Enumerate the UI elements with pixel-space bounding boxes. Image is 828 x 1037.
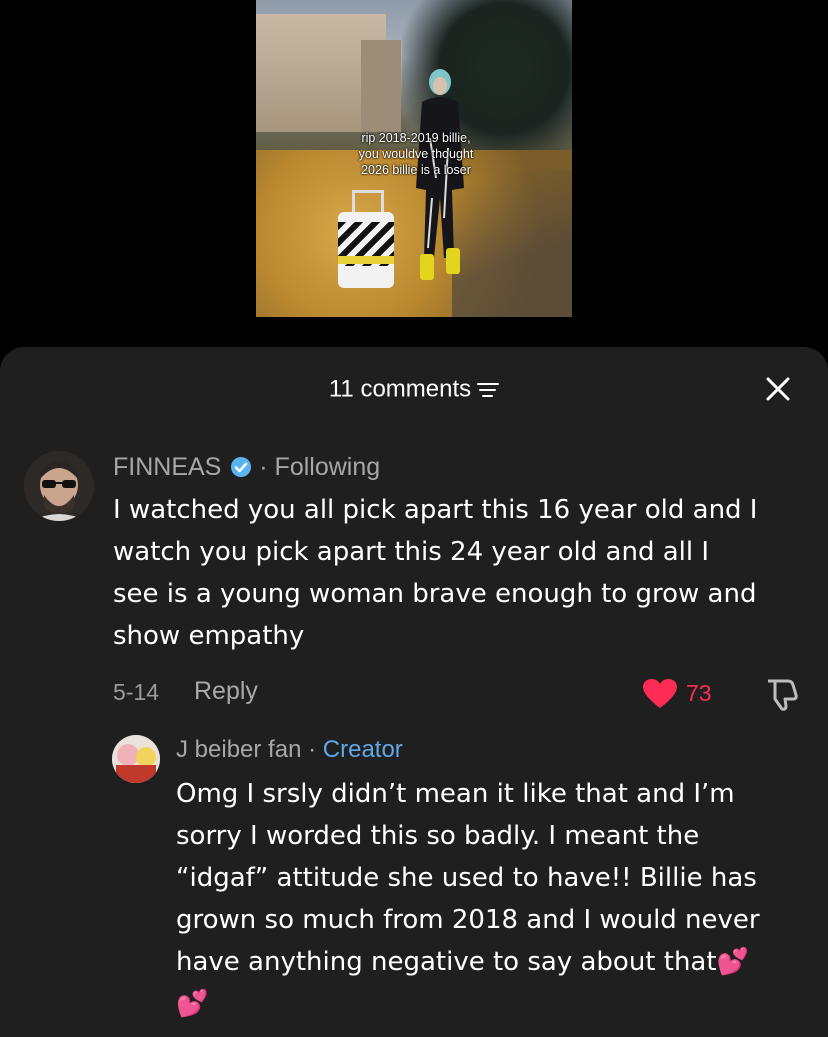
comment-header: FINNEAS · Following	[113, 453, 380, 482]
thumbs-down-icon[interactable]	[764, 677, 800, 713]
reply-text-line: “idgaf” attitude she used to have!! Bill…	[176, 863, 757, 893]
author-name[interactable]: J beiber fan	[176, 736, 301, 763]
reply-text-line: 💕	[176, 989, 209, 1019]
reply-text: Omg I srsly didn’t mean it like that and…	[176, 773, 760, 1025]
comment-date: 5-14	[113, 679, 160, 705]
comment-text-line: watch you pick apart this 24 year old an…	[113, 537, 710, 567]
reply-text-line: have anything negative to say about that…	[176, 947, 749, 977]
separator-dot: ·	[259, 453, 268, 481]
avatar-portrait	[24, 451, 94, 521]
comments-sheet: 11 comments FINNEAS · Following I watche…	[0, 347, 828, 1037]
comment-text-line: I watched you all pick apart this 16 yea…	[113, 495, 758, 525]
video-thumbnail[interactable]: rip 2018-2019 billie, you wouldve though…	[256, 0, 572, 317]
video-overlay-caption: rip 2018-2019 billie, you wouldve though…	[358, 131, 474, 177]
comment-text: I watched you all pick apart this 16 yea…	[113, 489, 757, 657]
comment-text-line: show empathy	[113, 621, 305, 651]
like-count: 73	[686, 680, 712, 706]
creator-badge: Creator	[322, 736, 403, 763]
comment-item: FINNEAS · Following I watched you all pi…	[0, 347, 828, 727]
following-label: Following	[274, 453, 381, 481]
background-building-tower	[361, 40, 401, 132]
avatar[interactable]	[112, 735, 160, 783]
separator-dot: ·	[308, 736, 317, 763]
comment-meta-row: 5-14 Reply 73	[113, 677, 803, 713]
heart-icon[interactable]	[642, 678, 678, 710]
pathway	[452, 170, 572, 317]
author-name[interactable]: FINNEAS	[113, 453, 221, 481]
reply-header: J beiber fan · Creator	[176, 736, 403, 764]
reply-text-line: Omg I srsly didn’t mean it like that and…	[176, 779, 735, 809]
reply-text-line: sorry I worded this so badly. I meant th…	[176, 821, 700, 851]
avatar-portrait	[112, 735, 160, 783]
verified-check-icon	[231, 457, 252, 477]
person-figure	[416, 69, 464, 280]
comment-text-line: see is a young woman brave enough to gro…	[113, 579, 757, 609]
reply-button[interactable]: Reply	[194, 677, 258, 706]
suitcase	[338, 212, 394, 288]
reply-item: J beiber fan · Creator Omg I srsly didn’…	[0, 727, 828, 1037]
reply-text-line: grown so much from 2018 and I would neve…	[176, 905, 760, 935]
avatar[interactable]	[24, 451, 94, 521]
